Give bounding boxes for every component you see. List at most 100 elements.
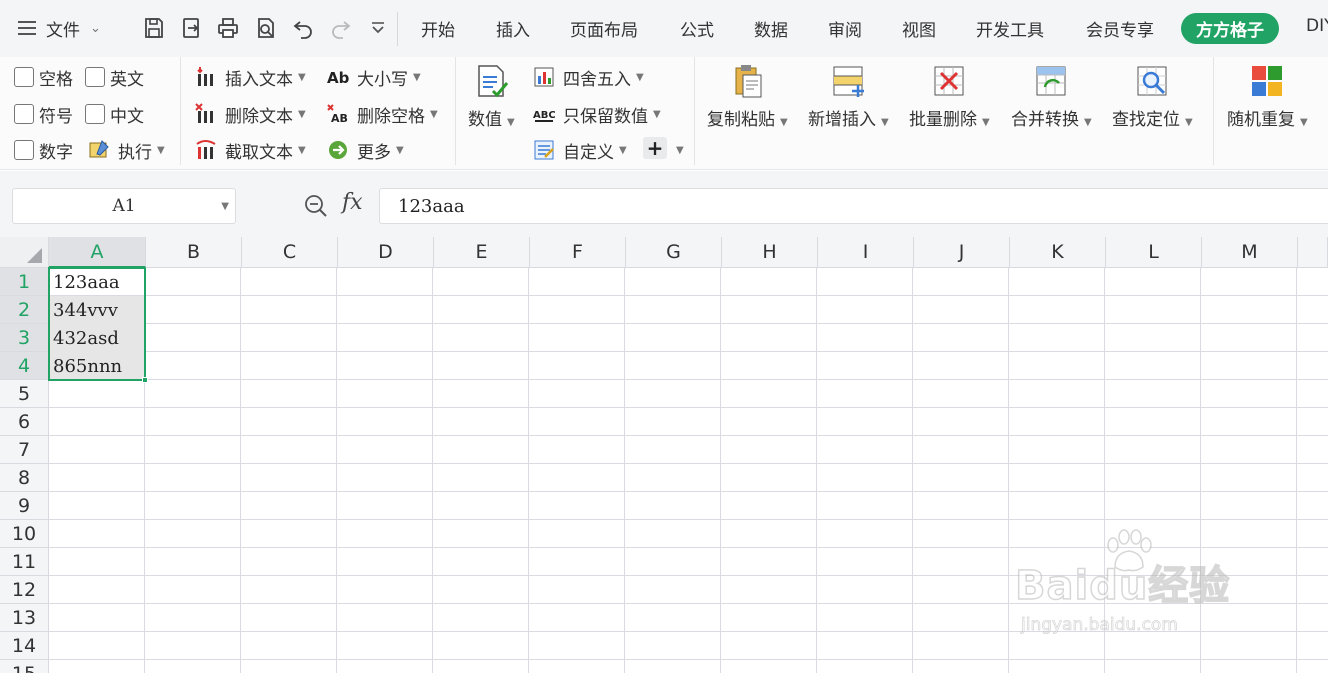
column-header-I[interactable]: I bbox=[818, 237, 914, 268]
formula-bar: A1 ▼ fx 123aaa bbox=[0, 171, 1328, 237]
checkbox-label: 符号 bbox=[39, 106, 73, 127]
case-button[interactable]: Ab 大小写 ▼ bbox=[327, 62, 421, 92]
tab-view[interactable]: 视图 bbox=[902, 16, 936, 41]
checkbox-box[interactable] bbox=[14, 140, 34, 160]
checkbox-box[interactable] bbox=[85, 67, 105, 87]
column-header-G[interactable]: G bbox=[626, 237, 722, 268]
print-button[interactable] bbox=[214, 14, 242, 42]
column-header-A[interactable]: A bbox=[49, 237, 146, 268]
remove-space-icon: AB bbox=[327, 103, 349, 125]
checkbox-box[interactable] bbox=[85, 104, 105, 124]
tab-member[interactable]: 会员专享 bbox=[1086, 16, 1154, 41]
name-box[interactable]: A1 ▼ bbox=[12, 188, 236, 224]
tab-diy[interactable]: DIY bbox=[1306, 16, 1328, 36]
remove-space-button[interactable]: AB 删除空格 ▼ bbox=[327, 99, 438, 129]
column-header-N[interactable] bbox=[1298, 237, 1328, 268]
tab-home[interactable]: 开始 bbox=[421, 16, 455, 41]
column-header-H[interactable]: H bbox=[722, 237, 818, 268]
group-divider bbox=[455, 57, 456, 165]
find-locate-button[interactable]: 查找定位 ▼ bbox=[1112, 63, 1193, 130]
fx-icon[interactable]: fx bbox=[342, 190, 363, 215]
customize-qat-button[interactable] bbox=[364, 14, 392, 42]
file-menu[interactable]: 文件 ⌄ bbox=[18, 14, 101, 42]
column-header-B[interactable]: B bbox=[146, 237, 242, 268]
dropdown-arrow-icon[interactable]: ▼ bbox=[221, 201, 229, 212]
batch-delete-label: 批量删除 bbox=[909, 110, 977, 130]
menu-bar: 文件 ⌄ 开始 插入 页面布局 公式 数据 审阅 视图 开发工具 会员专享 方方… bbox=[0, 0, 1328, 57]
add-insert-button[interactable]: 新增插入 ▼ bbox=[808, 63, 889, 130]
row-header-14[interactable]: 14 bbox=[0, 632, 49, 660]
column-header-E[interactable]: E bbox=[434, 237, 530, 268]
row-header-12[interactable]: 12 bbox=[0, 576, 49, 604]
row-header-13[interactable]: 13 bbox=[0, 604, 49, 632]
column-header-L[interactable]: L bbox=[1106, 237, 1202, 268]
tab-data[interactable]: 数据 bbox=[754, 16, 788, 41]
print-preview-button[interactable] bbox=[252, 14, 280, 42]
chevron-down-icon bbox=[372, 22, 384, 34]
tab-formulas[interactable]: 公式 bbox=[680, 16, 714, 41]
round-button[interactable]: 四舍五入 ▼ bbox=[533, 62, 644, 92]
formula-input[interactable]: 123aaa bbox=[379, 188, 1328, 224]
column-header-K[interactable]: K bbox=[1010, 237, 1106, 268]
row-header-11[interactable]: 11 bbox=[0, 548, 49, 576]
fill-handle[interactable] bbox=[142, 377, 148, 383]
printer-icon bbox=[218, 18, 238, 38]
copy-paste-button[interactable]: 复制粘贴 ▼ bbox=[707, 63, 788, 130]
row-header-4[interactable]: 4 bbox=[0, 352, 49, 380]
tab-developer[interactable]: 开发工具 bbox=[976, 16, 1044, 41]
column-header-J[interactable]: J bbox=[914, 237, 1010, 268]
checkbox-box[interactable] bbox=[14, 104, 34, 124]
dropdown-arrow-icon[interactable]: ▼ bbox=[676, 145, 684, 156]
tab-review[interactable]: 审阅 bbox=[828, 16, 862, 41]
export-button[interactable] bbox=[178, 14, 206, 42]
checkbox-chinese[interactable]: 中文 bbox=[85, 99, 144, 129]
select-all-button[interactable] bbox=[0, 237, 49, 268]
extract-text-button[interactable]: 截取文本 ▼ bbox=[195, 135, 306, 165]
checkbox-number[interactable]: 数字 bbox=[14, 135, 73, 165]
batch-delete-button[interactable]: 批量删除 ▼ bbox=[909, 63, 990, 130]
delete-text-button[interactable]: 删除文本 ▼ bbox=[195, 99, 306, 129]
execute-button[interactable]: 执行 ▼ bbox=[88, 135, 165, 165]
row-header-7[interactable]: 7 bbox=[0, 436, 49, 464]
row-header-15[interactable]: 15 bbox=[0, 660, 49, 673]
checkbox-space[interactable]: 空格 bbox=[14, 62, 73, 92]
column-header-D[interactable]: D bbox=[338, 237, 434, 268]
undo-button[interactable] bbox=[289, 14, 317, 42]
add-insert-label: 新增插入 bbox=[808, 110, 876, 130]
redo-button[interactable] bbox=[327, 14, 355, 42]
checkbox-english[interactable]: 英文 bbox=[85, 62, 144, 92]
tab-page-layout[interactable]: 页面布局 bbox=[570, 16, 638, 41]
round-icon bbox=[533, 66, 555, 88]
save-button[interactable] bbox=[140, 14, 168, 42]
insert-text-button[interactable]: 插入文本 ▼ bbox=[195, 62, 306, 92]
redo-icon bbox=[332, 21, 351, 39]
row-header-6[interactable]: 6 bbox=[0, 408, 49, 436]
random-repeat-label: 随机重复 bbox=[1227, 110, 1295, 130]
ribbon: 空格 英文 符号 中文 数字 执行 ▼ 插入文本 ▼ 删除文本 ▼ 截取文本 ▼ Ab … bbox=[0, 57, 1328, 170]
row-header-1[interactable]: 1 bbox=[0, 268, 49, 296]
more-button[interactable]: 更多 ▼ bbox=[327, 135, 404, 165]
checkbox-symbol[interactable]: 符号 bbox=[14, 99, 73, 129]
tab-fangfang[interactable]: 方方格子 bbox=[1181, 13, 1279, 44]
tab-insert[interactable]: 插入 bbox=[496, 16, 530, 41]
add-button[interactable]: + bbox=[643, 136, 667, 160]
column-header-C[interactable]: C bbox=[242, 237, 338, 268]
row-header-9[interactable]: 9 bbox=[0, 492, 49, 520]
column-header-M[interactable]: M bbox=[1202, 237, 1298, 268]
zoom-icon[interactable] bbox=[304, 194, 328, 218]
column-header-F[interactable]: F bbox=[530, 237, 626, 268]
row-header-2[interactable]: 2 bbox=[0, 296, 49, 324]
row-header-8[interactable]: 8 bbox=[0, 464, 49, 492]
custom-button[interactable]: 自定义 ▼ bbox=[533, 135, 627, 165]
merge-convert-button[interactable]: 合并转换 ▼ bbox=[1011, 63, 1092, 130]
keep-values-button[interactable]: ABC 只保留数值 ▼ bbox=[533, 99, 661, 129]
insert-row-icon bbox=[830, 63, 866, 99]
cells-area[interactable] bbox=[49, 268, 1328, 673]
random-repeat-button[interactable]: 随机重复 ▼ bbox=[1227, 63, 1308, 130]
row-header-5[interactable]: 5 bbox=[0, 380, 49, 408]
checkbox-box[interactable] bbox=[14, 67, 34, 87]
row-header-3[interactable]: 3 bbox=[0, 324, 49, 352]
numeric-button[interactable]: 数值 ▼ bbox=[468, 63, 515, 130]
row-header-10[interactable]: 10 bbox=[0, 520, 49, 548]
formula-value: 123aaa bbox=[398, 195, 465, 217]
